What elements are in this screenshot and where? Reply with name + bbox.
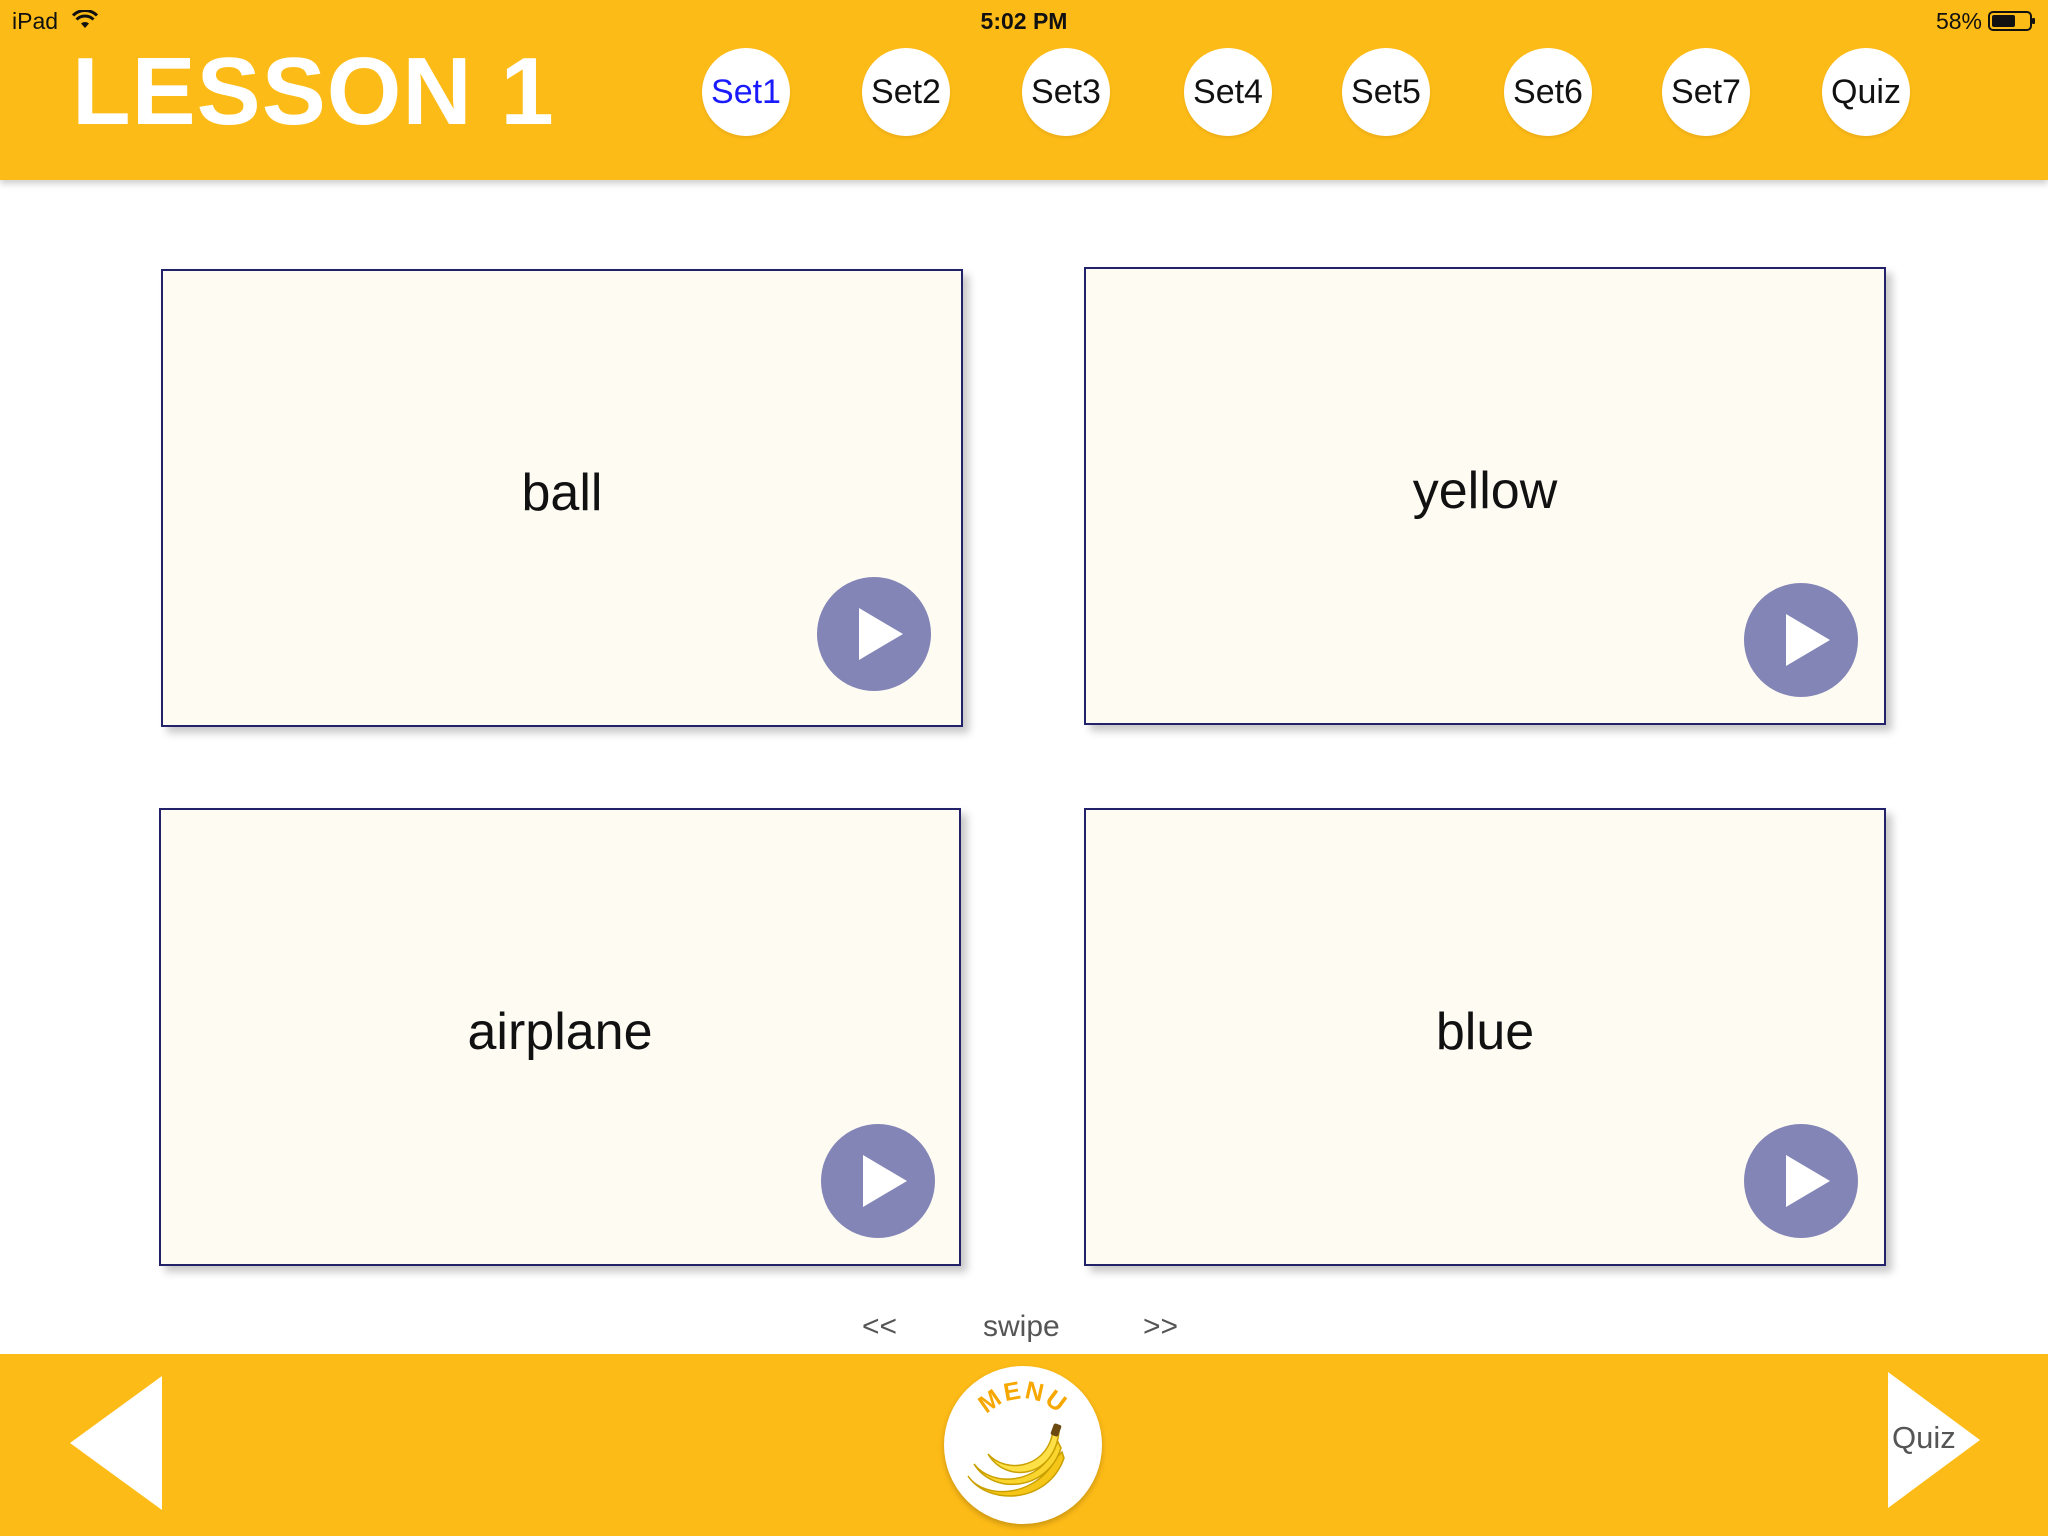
tab-set6[interactable]: Set6 [1504,48,1592,136]
play-audio-button[interactable] [821,1124,935,1238]
flashcard-yellow[interactable]: yellow [1084,267,1886,725]
tab-set1[interactable]: Set1 [702,48,790,136]
battery-icon [1988,11,2035,31]
play-icon [863,1155,907,1207]
tab-set3[interactable]: Set3 [1022,48,1110,136]
tab-quiz[interactable]: Quiz [1822,48,1910,136]
status-battery-percent: 58% [1935,8,1982,34]
swipe-next-hint[interactable]: >> [1143,1310,1178,1344]
next-quiz-button[interactable]: Quiz [1888,1372,1980,1508]
tab-set2[interactable]: Set2 [862,48,950,136]
card-word: ball [521,464,603,522]
status-bar: iPad 5:02 PM 58% [0,0,2048,40]
flashcard-airplane[interactable]: airplane [159,808,961,1266]
footer-bar: MENU Quiz [0,1354,2048,1536]
flashcard-blue[interactable]: blue [1084,808,1886,1266]
banana-icon: MENU [967,1376,1073,1497]
card-word: airplane [467,1003,653,1061]
svg-text:MENU: MENU [973,1376,1073,1419]
tab-set7[interactable]: Set7 [1662,48,1750,136]
play-audio-button[interactable] [1744,1124,1858,1238]
play-audio-button[interactable] [1744,583,1858,697]
card-word: blue [1435,1003,1535,1061]
play-audio-button[interactable] [817,577,931,691]
play-icon [1786,614,1830,666]
page-title: LESSON 1 [72,38,555,145]
swipe-prev-hint[interactable]: << [862,1310,897,1344]
menu-label: MENU [973,1376,1071,1419]
tab-set5[interactable]: Set5 [1342,48,1430,136]
next-quiz-label: Quiz [1892,1420,1956,1455]
back-arrow-icon[interactable] [70,1376,162,1510]
header-bar: iPad 5:02 PM 58% LESSON 1 Set1 Set2 Set3… [0,0,2048,180]
status-time: 5:02 PM [980,8,1068,34]
swipe-label: swipe [983,1310,1060,1343]
play-icon [1786,1155,1830,1207]
tab-set4[interactable]: Set4 [1184,48,1272,136]
flashcard-ball[interactable]: ball [161,269,963,727]
play-icon [859,608,903,660]
menu-button[interactable]: MENU [944,1366,1102,1524]
card-word: yellow [1412,462,1558,520]
